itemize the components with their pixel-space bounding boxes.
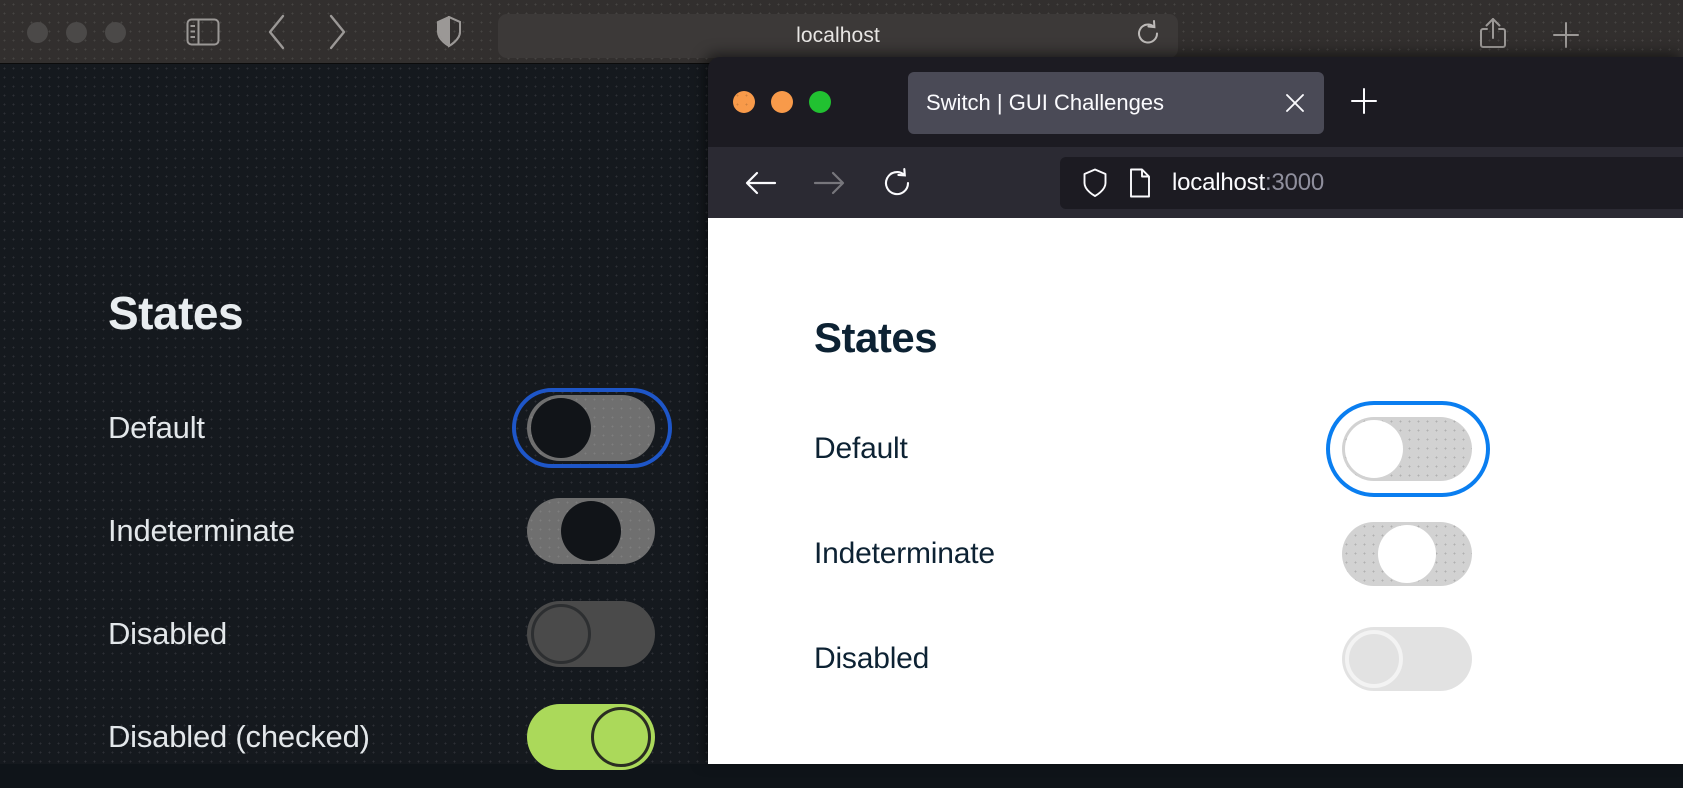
switch-label: Default	[814, 431, 908, 465]
window-zoom-button[interactable]	[105, 21, 126, 43]
switch-thumb	[561, 500, 621, 561]
window-close-button[interactable]	[733, 91, 755, 113]
window-minimize-button[interactable]	[66, 21, 87, 43]
back-arrow-icon[interactable]	[738, 160, 784, 206]
switch-default[interactable]	[512, 387, 672, 468]
switch-thumb	[1345, 629, 1403, 688]
safari-traffic-lights	[27, 21, 126, 43]
switch-default[interactable]	[1326, 400, 1490, 497]
window-close-button[interactable]	[27, 21, 48, 43]
switch-track	[1342, 626, 1472, 691]
forward-arrow-icon	[806, 160, 852, 206]
switch-row: Disabled	[108, 582, 656, 685]
safari-toolbar: localhost	[0, 0, 1683, 64]
browser-tab-active[interactable]: Switch | GUI Challenges	[908, 72, 1324, 134]
switch-disabled	[1342, 625, 1474, 693]
switch-label: Disabled	[108, 615, 228, 651]
back-arrow-icon[interactable]	[266, 14, 288, 50]
firefox-page-title: States	[814, 314, 938, 361]
reload-icon[interactable]	[1134, 20, 1162, 53]
switch-thumb	[531, 397, 591, 458]
firefox-url-text: localhost:3000	[1172, 169, 1324, 197]
switch-label: Disabled	[814, 641, 930, 675]
firefox-window: Switch | GUI Challenges localhost:3000 S…	[708, 57, 1683, 764]
switch-indeterminate[interactable]	[1342, 520, 1474, 588]
switch-track	[1342, 416, 1472, 481]
shield-icon[interactable]	[1082, 168, 1108, 198]
switch-label: Default	[108, 409, 205, 445]
tab-title: Switch | GUI Challenges	[926, 90, 1165, 115]
switch-thumb	[1345, 419, 1403, 478]
reload-icon[interactable]	[874, 160, 920, 206]
switch-label: Disabled (checked)	[108, 718, 370, 754]
switch-track	[1342, 521, 1472, 586]
share-icon[interactable]	[1478, 17, 1508, 49]
firefox-nav-bar: localhost:3000	[708, 147, 1683, 218]
sidebar-icon[interactable]	[186, 18, 220, 46]
switch-row: Disabled (checked)	[108, 685, 656, 788]
safari-switch-list: Default Indeterminate Disabled Disabled …	[108, 376, 672, 788]
close-icon[interactable]	[1282, 90, 1308, 116]
url-port: :3000	[1264, 169, 1324, 196]
firefox-page-content: States Default Indeterminate Disabled	[708, 218, 1683, 764]
page-document-icon[interactable]	[1128, 168, 1152, 198]
window-zoom-button[interactable]	[809, 91, 831, 113]
url-host: localhost	[1172, 169, 1265, 196]
switch-row: Indeterminate	[108, 479, 656, 582]
shield-icon[interactable]	[436, 16, 462, 48]
plus-icon[interactable]	[1348, 85, 1380, 117]
switch-row: Disabled	[814, 606, 1474, 711]
firefox-traffic-lights	[733, 91, 831, 113]
switch-disabled	[526, 600, 656, 668]
switch-thumb	[1378, 524, 1436, 583]
switch-row: Default	[814, 396, 1490, 501]
switch-indeterminate[interactable]	[526, 497, 656, 565]
plus-icon[interactable]	[1551, 20, 1581, 50]
switch-track	[527, 497, 655, 564]
switch-track	[527, 394, 655, 461]
safari-url-text: localhost	[796, 24, 880, 47]
firefox-address-bar[interactable]: localhost:3000	[1060, 157, 1683, 209]
switch-track	[527, 703, 655, 770]
switch-row: Default	[108, 376, 672, 479]
firefox-switch-list: Default Indeterminate Disabled	[814, 396, 1490, 711]
switch-thumb	[591, 706, 651, 767]
safari-address-bar[interactable]: localhost	[498, 14, 1178, 58]
switch-thumb	[531, 603, 591, 664]
window-minimize-button[interactable]	[771, 91, 793, 113]
forward-arrow-icon[interactable]	[326, 14, 348, 50]
switch-label: Indeterminate	[108, 512, 295, 548]
switch-track	[527, 600, 655, 667]
switch-label: Indeterminate	[814, 536, 995, 570]
switch-row: Indeterminate	[814, 501, 1474, 606]
firefox-tab-bar: Switch | GUI Challenges	[708, 57, 1683, 147]
switch-disabled-checked	[526, 703, 656, 771]
